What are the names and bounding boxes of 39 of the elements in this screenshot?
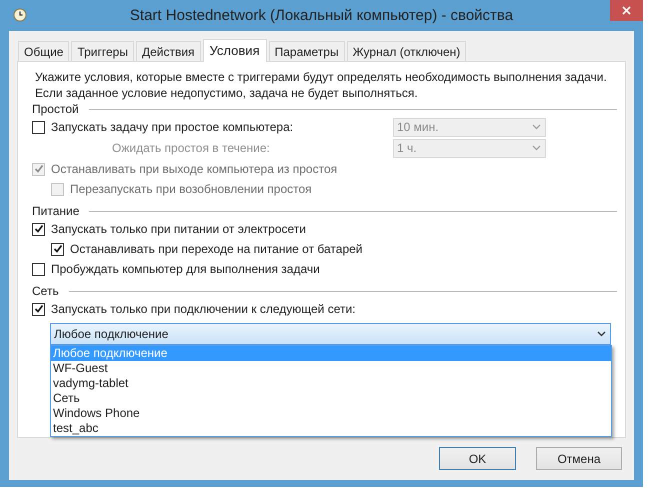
checkbox-label: Запускать только при питании от электросети	[51, 221, 306, 238]
checkbox-label: Останавливать при выходе компьютера из простоя	[51, 161, 338, 178]
checkbox-label: Перезапускать при возобновлении простоя	[70, 181, 312, 198]
dropdown-option[interactable]: Сеть	[51, 391, 611, 406]
tab[interactable]: Действия	[136, 41, 201, 61]
checkbox[interactable]	[32, 262, 45, 276]
chevron-icon	[597, 331, 606, 337]
checkbox-label: Запускать только при подключении к следующей сети:	[51, 301, 356, 318]
close-button[interactable]	[610, 0, 643, 21]
checkbox[interactable]	[51, 242, 64, 256]
section-title: Простой	[32, 101, 80, 118]
description-text: Если заданное условие недопустимо, задача не будет выполняться.	[34, 85, 419, 101]
checkbox[interactable]	[32, 120, 45, 134]
dialog-button[interactable]: Отмена	[536, 447, 622, 470]
tab[interactable]: Условия	[202, 39, 267, 62]
dropdown-option[interactable]: test_abc	[51, 421, 611, 436]
section-title: Сеть	[32, 283, 60, 300]
checkbox-label: Останавливать при переходе на питание от батарей	[70, 241, 362, 258]
window-title: Start Hostednetwork (Локальный компьютер) - свойства	[128, 6, 514, 26]
field-label: Ожидать простоя в течение:	[112, 141, 270, 155]
checkbox-label: Пробуждать компьютер для выполнения задачи	[51, 261, 320, 278]
checkbox[interactable]	[32, 302, 45, 316]
tab[interactable]: Параметры	[268, 41, 345, 61]
chevron-icon	[532, 124, 541, 130]
description-text: Укажите условия, которые вместе с триггерами будут определять необходимость выполнения задачи.	[34, 69, 608, 85]
tab[interactable]: Журнал (отключен)	[346, 41, 466, 61]
clock-icon	[13, 8, 27, 22]
dropdown-option[interactable]: WF-Guest	[51, 361, 611, 376]
section-title: Питание	[32, 203, 80, 220]
dropdown-option[interactable]: Windows Phone	[51, 406, 611, 421]
dialog-button[interactable]: OK	[439, 447, 516, 470]
close-icon	[622, 6, 631, 15]
dropdown[interactable]: Любое подключение	[50, 323, 611, 345]
chevron-icon	[532, 145, 541, 151]
checkbox-label: Запускать задачу при простое компьютера:	[51, 119, 294, 136]
tab[interactable]: Общие	[18, 41, 70, 61]
dropdown-option[interactable]: vadymg-tablet	[51, 376, 611, 391]
tab[interactable]: Триггеры	[71, 41, 134, 61]
checkbox[interactable]	[32, 222, 45, 236]
